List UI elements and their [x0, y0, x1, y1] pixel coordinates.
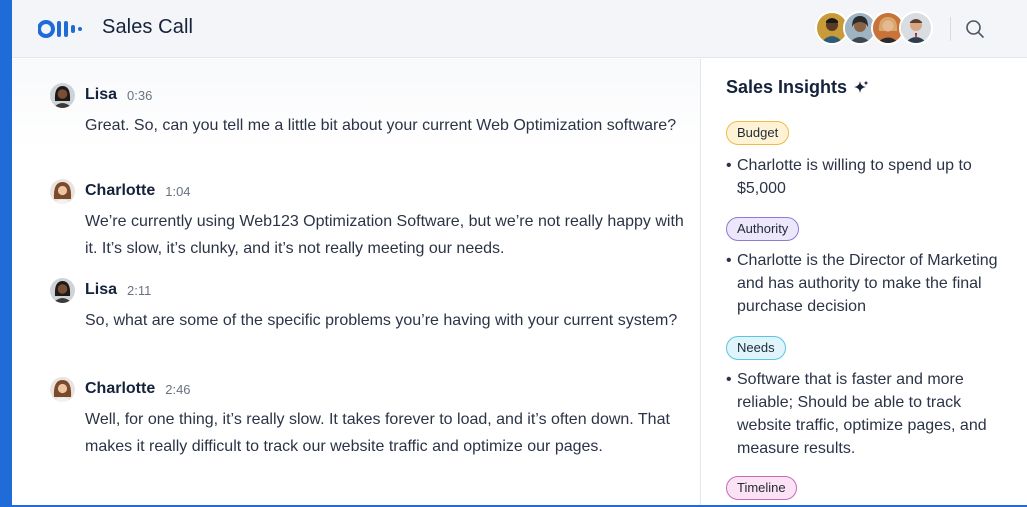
insights-title: Sales Insights: [726, 77, 869, 98]
insight-text: Charlotte is the Director of Marketing a…: [726, 249, 1001, 318]
timestamp[interactable]: 2:11: [127, 283, 151, 298]
insights-title-text: Sales Insights: [726, 77, 848, 97]
transcript-text: So, what are some of the specific proble…: [85, 312, 678, 329]
avatar[interactable]: [50, 82, 75, 108]
app-window: Sales Call Lisa 0:36 Great. So, can you …: [12, 0, 1027, 505]
transcript-entry: Lisa 0:36 Great. So, can you tell me a l…: [50, 82, 690, 139]
tag-authority[interactable]: Authority: [726, 217, 800, 241]
speaker-name: Lisa: [85, 281, 118, 298]
avatar[interactable]: [50, 277, 75, 303]
tag-budget[interactable]: Budget: [726, 121, 790, 145]
sparkle-icon: [854, 80, 869, 93]
participant-avatars[interactable]: [815, 11, 933, 45]
person-4-icon: [901, 13, 931, 43]
sales-insights-panel: Sales Insights Budget Charlotte is willi…: [701, 59, 1027, 505]
avatar[interactable]: [50, 178, 75, 204]
speaker-name: Lisa: [85, 86, 118, 103]
transcript-panel: Lisa 0:36 Great. So, can you tell me a l…: [12, 59, 700, 505]
transcript-text: We’re currently using Web123 Optimizatio…: [85, 213, 684, 257]
transcript-entry: Charlotte 2:46 Well, for one thing, it’s…: [50, 376, 690, 460]
header: Sales Call: [12, 0, 1027, 58]
tag-timeline[interactable]: Timeline: [726, 476, 797, 500]
transcript-entry: Lisa 2:11 So, what are some of the speci…: [50, 277, 690, 334]
otter-logo-icon: [38, 20, 82, 38]
lisa-avatar-icon: [50, 277, 75, 303]
insight-text: Charlotte is willing to spend up to $5,0…: [726, 154, 1001, 200]
transcript-text: Well, for one thing, it’s really slow. I…: [85, 411, 670, 455]
transcript-entry: Charlotte 1:04 We’re currently using Web…: [50, 178, 690, 262]
lisa-avatar-icon: [50, 82, 75, 108]
speaker-name: Charlotte: [85, 182, 156, 199]
charlotte-avatar-icon: [50, 376, 75, 402]
tag-needs[interactable]: Needs: [726, 336, 786, 360]
avatar[interactable]: [50, 376, 75, 402]
speaker-name: Charlotte: [85, 380, 156, 397]
avatar[interactable]: [899, 11, 933, 45]
charlotte-avatar-icon: [50, 178, 75, 204]
timestamp[interactable]: 0:36: [127, 88, 152, 103]
timestamp[interactable]: 1:04: [165, 184, 190, 199]
insight-text: Software that is faster and more reliabl…: [726, 368, 1001, 460]
search-button[interactable]: [962, 16, 988, 42]
transcript-text: Great. So, can you tell me a little bit …: [85, 117, 677, 134]
search-icon: [966, 20, 984, 38]
page-title: Sales Call: [102, 16, 194, 38]
timestamp[interactable]: 2:46: [165, 382, 190, 397]
header-divider: [950, 17, 951, 41]
